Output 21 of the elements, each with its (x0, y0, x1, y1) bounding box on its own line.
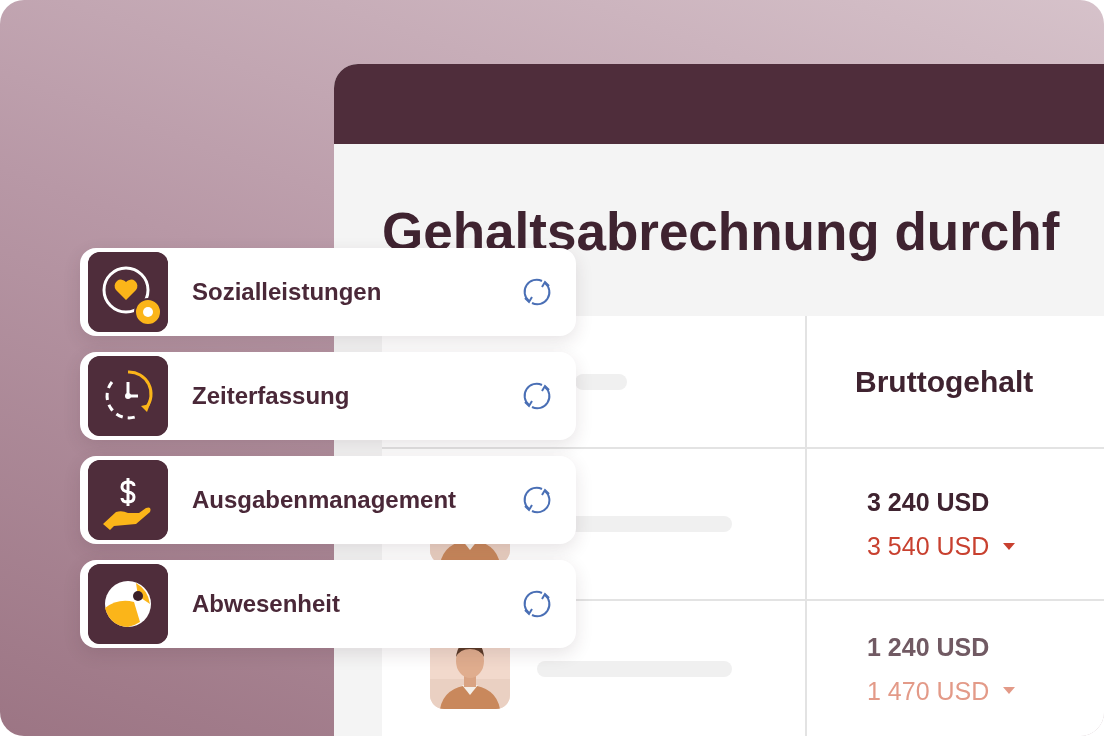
sync-icon[interactable] (522, 381, 552, 411)
integration-label: Sozialleistungen (192, 277, 383, 307)
clock-icon (88, 356, 168, 436)
new-amount-text: 1 470 USD (867, 675, 990, 707)
integration-label: Abwesenheit (192, 589, 342, 619)
placeholder-bar (575, 373, 627, 390)
beach-ball-icon (88, 564, 168, 644)
amount-text: 1 240 USD (867, 631, 991, 663)
heart-gear-icon (88, 252, 168, 332)
column-header: Bruttogehalt (854, 364, 1035, 400)
integration-label: Ausgabenmanagement (192, 485, 458, 515)
sync-icon[interactable] (522, 589, 552, 619)
page-title: Gehaltsabrechnung durchf (382, 201, 1061, 263)
sync-icon[interactable] (522, 485, 552, 515)
dollar-hand-icon (88, 460, 168, 540)
caret-down-icon (1003, 687, 1016, 694)
integration-label: Zeiterfassung (192, 381, 351, 411)
amount-text: 3 240 USD (867, 487, 991, 518)
caret-down-icon (1003, 542, 1016, 550)
sync-icon[interactable] (522, 277, 552, 307)
new-amount-text: 3 540 USD (867, 531, 990, 562)
